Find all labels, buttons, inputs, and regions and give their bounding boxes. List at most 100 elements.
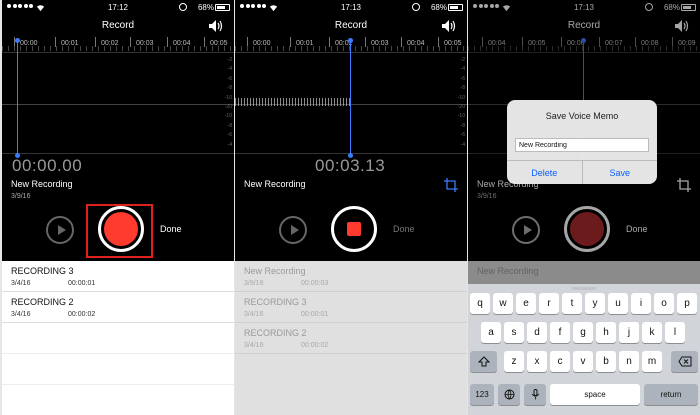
done-button[interactable]: Done <box>393 224 415 234</box>
delete-key[interactable] <box>671 351 698 372</box>
key-d[interactable]: d <box>527 322 547 343</box>
phone-screen-recording: 17:13 68% Record 00:00 00:01 00:02 00:03… <box>235 0 467 415</box>
key-g[interactable]: g <box>573 322 593 343</box>
return-key[interactable]: return <box>644 384 698 405</box>
key-b[interactable]: b <box>596 351 616 372</box>
phone-screen-save-dialog: 17:13 68% Record 00:04 00:05 00:06 00:07… <box>468 0 700 415</box>
key-p[interactable]: p <box>677 293 697 314</box>
save-button[interactable]: Save <box>581 161 658 184</box>
ruler-ticks <box>235 46 467 51</box>
key-k[interactable]: k <box>642 322 662 343</box>
recordings-list: RECORDING 3 3/4/16 00:00:01 RECORDING 2 … <box>2 261 234 415</box>
status-bar: 17:13 68% <box>235 0 467 16</box>
recording-timer: 00:00.00 <box>12 156 83 175</box>
speaker-volume-icon[interactable] <box>208 19 224 33</box>
list-item-title: RECORDING 3 <box>11 266 74 276</box>
recording-date: 3/9/16 <box>11 193 31 200</box>
key-c[interactable]: c <box>550 351 570 372</box>
memo-name-input[interactable] <box>515 138 649 152</box>
battery-icon <box>448 4 463 11</box>
microphone-icon <box>531 389 539 400</box>
status-bar: 17:12 68% <box>2 0 234 16</box>
key-t[interactable]: t <box>562 293 582 314</box>
recording-name: New Recording <box>244 179 306 189</box>
list-empty-row <box>2 323 234 354</box>
battery-percent: 68% <box>197 3 214 12</box>
audio-waveform <box>235 98 350 106</box>
recording-timer: 00:03.13 <box>315 156 386 175</box>
speaker-volume-icon[interactable] <box>441 19 457 33</box>
key-z[interactable]: z <box>504 351 524 372</box>
globe-key[interactable] <box>498 384 520 405</box>
key-u[interactable]: u <box>608 293 628 314</box>
delete-button[interactable]: Delete <box>507 161 582 184</box>
list-item-title: RECORDING 2 <box>244 328 307 338</box>
nav-title: Record <box>101 20 135 31</box>
key-o[interactable]: o <box>654 293 674 314</box>
play-button[interactable] <box>46 216 74 244</box>
key-m[interactable]: m <box>642 351 662 372</box>
shift-icon <box>477 356 490 367</box>
list-item-date: 3/4/16 <box>244 311 264 318</box>
playhead[interactable] <box>348 38 353 158</box>
list-item[interactable]: New Recording 3/9/16 00:00:03 <box>235 261 467 292</box>
keyboard-row-2: a s d f g h j k l <box>468 322 700 343</box>
dialog-title: Save Voice Memo <box>545 111 619 121</box>
crop-trim-icon[interactable] <box>443 177 459 193</box>
key-r[interactable]: r <box>539 293 559 314</box>
shift-key[interactable] <box>470 351 497 372</box>
keyboard-row-3: z x c v b n m <box>468 351 700 372</box>
list-item[interactable]: RECORDING 3 3/4/16 00:00:01 <box>235 292 467 323</box>
list-item[interactable]: RECORDING 2 3/4/16 00:00:02 <box>235 323 467 354</box>
numbers-key[interactable]: 123 <box>470 384 494 405</box>
key-h[interactable]: h <box>596 322 616 343</box>
key-f[interactable]: f <box>550 322 570 343</box>
stop-icon <box>347 222 361 236</box>
key-y[interactable]: y <box>585 293 605 314</box>
key-j[interactable]: j <box>619 322 639 343</box>
battery-percent: 68% <box>430 3 447 12</box>
list-item-date: 3/4/16 <box>11 311 31 318</box>
key-x[interactable]: x <box>527 351 547 372</box>
list-item-duration: 00:00:01 <box>68 280 96 287</box>
key-v[interactable]: v <box>573 351 593 372</box>
list-item-title: New Recording <box>244 266 306 276</box>
playhead[interactable] <box>15 38 20 158</box>
list-item-date: 3/4/16 <box>11 280 31 287</box>
globe-icon <box>504 389 514 400</box>
list-item-title: RECORDING 3 <box>244 297 307 307</box>
dictation-key[interactable] <box>524 384 546 405</box>
phone-screen-idle: 17:12 68% Record 00:00 00:01 00:02 00:03… <box>2 0 234 415</box>
battery-icon <box>215 4 230 11</box>
key-w[interactable]: w <box>493 293 513 314</box>
stop-button[interactable] <box>331 206 377 252</box>
done-button[interactable]: Done <box>160 224 182 234</box>
list-item-duration: 00:00:03 <box>301 280 329 287</box>
record-highlight-box <box>86 204 153 258</box>
waveform-area <box>2 52 234 154</box>
list-item-duration: 00:00:02 <box>301 342 329 349</box>
key-q[interactable]: q <box>470 293 490 314</box>
keyboard-row-4: 123 space return <box>468 384 700 405</box>
space-key[interactable]: space <box>550 384 640 405</box>
key-n[interactable]: n <box>619 351 639 372</box>
list-item-duration: 00:00:01 <box>301 311 329 318</box>
key-i[interactable]: i <box>631 293 651 314</box>
list-item-date: 3/4/16 <box>244 342 264 349</box>
recording-name: New Recording <box>11 179 73 189</box>
play-button[interactable] <box>279 216 307 244</box>
onscreen-keyboard: q w e r t y u i o p a s d f g h j k l z <box>468 284 700 415</box>
recordings-list: New Recording 3/9/16 00:00:03 RECORDING … <box>235 261 467 415</box>
key-s[interactable]: s <box>504 322 524 343</box>
list-empty-row <box>2 354 234 385</box>
key-l[interactable]: l <box>665 322 685 343</box>
timeline-ruler[interactable]: 00:00 00:01 00:02 00:03 00:04 00:05 <box>2 36 234 52</box>
list-item-date: 3/9/16 <box>244 280 264 287</box>
dialog-buttons: Delete Save <box>507 160 657 184</box>
save-voice-memo-dialog: Save Voice Memo Delete Save <box>507 100 657 184</box>
key-a[interactable]: a <box>481 322 501 343</box>
key-e[interactable]: e <box>516 293 536 314</box>
keyboard-handle <box>572 287 596 290</box>
list-item[interactable]: RECORDING 3 3/4/16 00:00:01 <box>2 261 234 292</box>
list-item[interactable]: RECORDING 2 3/4/16 00:00:02 <box>2 292 234 323</box>
